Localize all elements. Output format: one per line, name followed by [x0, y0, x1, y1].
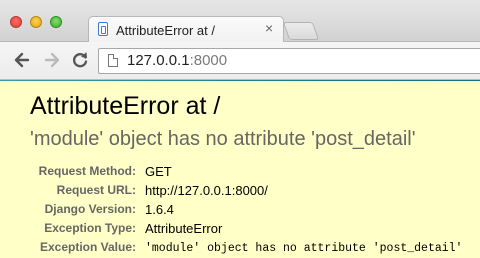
meta-row-request-url: Request URL: http://127.0.0.1:8000/ — [0, 183, 480, 201]
url-port: :8000 — [189, 52, 228, 69]
tab-title: AttributeError at / — [116, 23, 215, 38]
meta-value: 'module' object has no attribute 'post_d… — [145, 242, 463, 255]
page-icon — [108, 54, 118, 67]
meta-label: Exception Type: — [44, 221, 136, 235]
tab-close-icon[interactable]: × — [265, 21, 273, 35]
address-url[interactable]: 127.0.0.1:8000 — [127, 52, 227, 69]
browser-window: AttributeError at / × 127.0.0.1:8000 Att… — [0, 0, 480, 258]
meta-value: AttributeError — [145, 221, 223, 236]
meta-label: Exception Value: — [39, 240, 136, 254]
meta-row-exception-value: Exception Value: 'module' object has no … — [0, 240, 480, 258]
meta-value: 1.6.4 — [145, 202, 174, 217]
minimize-window-button[interactable] — [30, 16, 42, 28]
meta-row-request-method: Request Method: GET — [0, 164, 480, 182]
reload-icon[interactable] — [70, 50, 90, 70]
meta-label: Request Method: — [38, 164, 136, 178]
page-title: AttributeError at / — [30, 92, 221, 120]
exception-message: 'module' object has no attribute 'post_d… — [30, 128, 416, 150]
meta-row-django-version: Django Version: 1.6.4 — [0, 202, 480, 220]
meta-label: Django Version: — [44, 202, 136, 216]
zoom-window-button[interactable] — [50, 16, 62, 28]
url-host: 127.0.0.1 — [127, 52, 190, 69]
page-icon — [98, 22, 108, 36]
meta-row-exception-type: Exception Type: AttributeError — [0, 221, 480, 239]
meta-label: Request URL: — [56, 183, 136, 197]
back-arrow-icon[interactable] — [12, 50, 32, 70]
meta-value: GET — [145, 164, 172, 179]
forward-arrow-icon[interactable] — [42, 50, 62, 70]
meta-value: http://127.0.0.1:8000/ — [145, 183, 268, 198]
new-tab-button[interactable] — [282, 22, 320, 40]
close-window-button[interactable] — [10, 16, 22, 28]
